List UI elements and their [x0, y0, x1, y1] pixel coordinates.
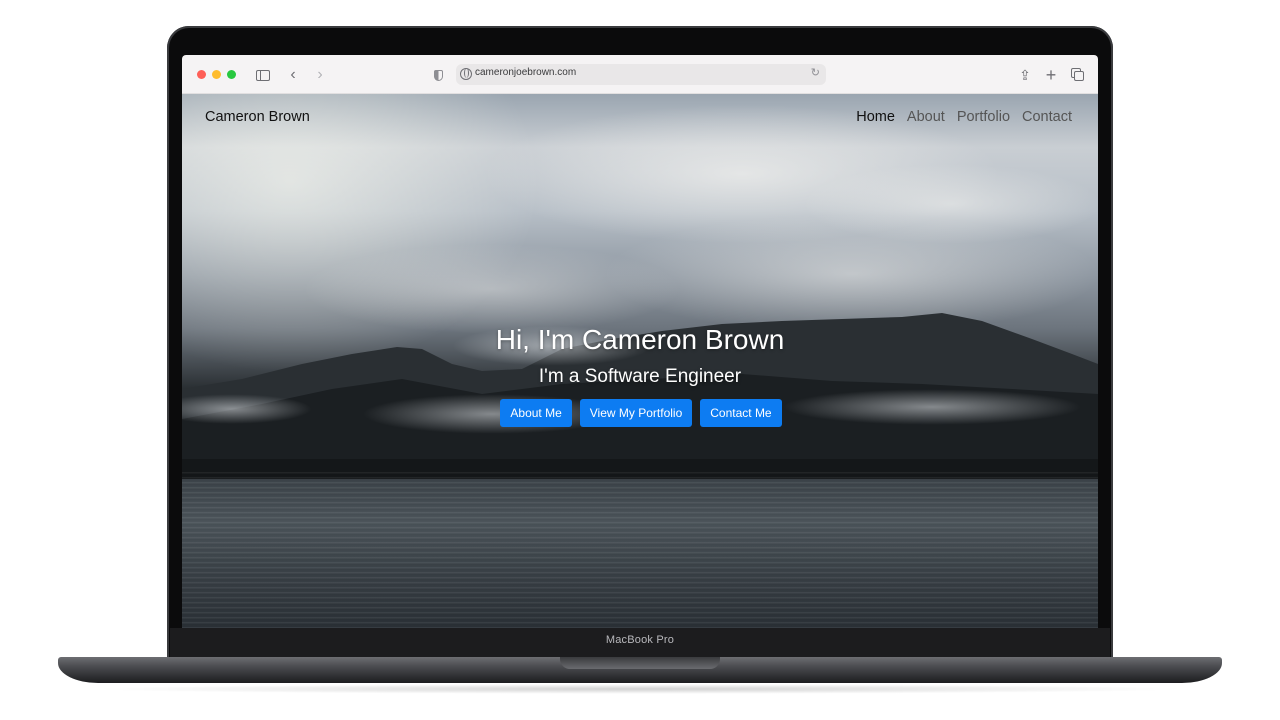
hero-background-image [182, 94, 1098, 628]
browser-toolbar: ‹ › cameronjoebrown.com ↻ ⇪ + [182, 55, 1098, 94]
shield-icon[interactable] [429, 66, 447, 84]
laptop-screen: ‹ › cameronjoebrown.com ↻ ⇪ + Cameron Br… [182, 55, 1098, 628]
contact-me-button[interactable]: Contact Me [700, 399, 782, 427]
share-icon[interactable]: ⇪ [1016, 66, 1034, 84]
nav-link-home[interactable]: Home [856, 109, 895, 125]
reload-icon[interactable]: ↻ [811, 66, 820, 79]
nav-link-about[interactable]: About [907, 109, 945, 125]
chevron-right-icon[interactable]: › [311, 66, 329, 84]
hero-button-group: About Me View My Portfolio Contact Me [182, 399, 1098, 427]
hero-subtitle: I'm a Software Engineer [538, 366, 742, 387]
view-portfolio-button[interactable]: View My Portfolio [579, 399, 693, 427]
close-window-button[interactable] [197, 70, 206, 79]
laptop-hinge-notch [560, 657, 720, 669]
device-label: MacBook Pro [605, 634, 675, 646]
nav-link-portfolio[interactable]: Portfolio [957, 109, 1010, 125]
laptop-bottom-bezel: MacBook Pro [170, 628, 1110, 658]
lake-water [182, 472, 1098, 628]
globe-icon [460, 68, 472, 80]
nav-links: Home About Portfolio Contact [856, 109, 1072, 125]
minimize-window-button[interactable] [212, 70, 221, 79]
hero-title: Hi, I'm Cameron Brown [495, 324, 785, 355]
plus-icon[interactable]: + [1042, 65, 1060, 85]
address-bar[interactable]: cameronjoebrown.com ↻ [456, 64, 826, 85]
url-text[interactable]: cameronjoebrown.com [475, 67, 576, 78]
maximize-window-button[interactable] [227, 70, 236, 79]
chevron-left-icon[interactable]: ‹ [284, 66, 302, 84]
about-me-button[interactable]: About Me [500, 399, 572, 427]
tabs-overview-icon[interactable] [1069, 66, 1087, 84]
nav-link-contact[interactable]: Contact [1022, 109, 1072, 125]
site-navbar: Cameron Brown Home About Portfolio Conta… [182, 94, 1098, 142]
sidebar-icon[interactable] [254, 66, 272, 84]
web-page: Cameron Brown Home About Portfolio Conta… [182, 94, 1098, 628]
site-brand-link[interactable]: Cameron Brown [205, 109, 310, 125]
